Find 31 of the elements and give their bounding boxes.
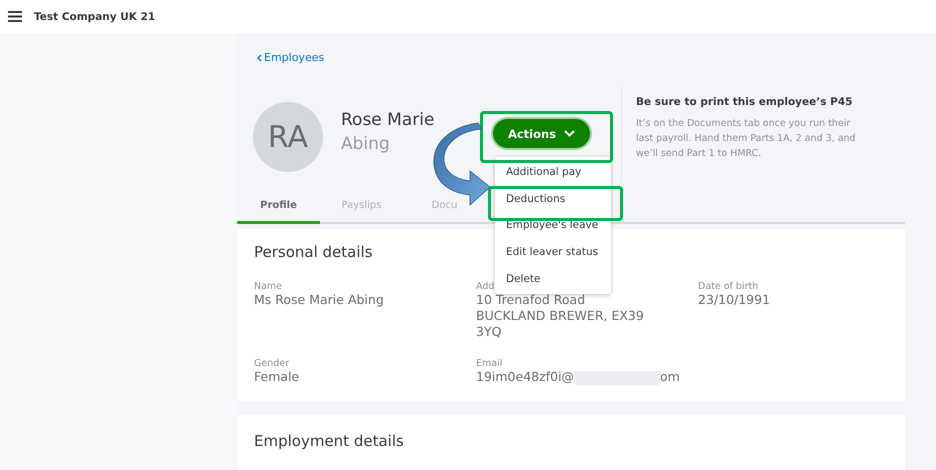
menu-item[interactable]: Deductions: [495, 186, 611, 212]
field-value: 3YQ: [476, 324, 502, 340]
employee-name: Rose Marie: [341, 109, 434, 132]
avatar: RA: [253, 102, 323, 172]
field-value: 23/10/1991: [698, 292, 770, 308]
field-value: Ms Rose Marie Abing: [254, 292, 384, 308]
section-title: Employment details: [254, 432, 404, 450]
field-value: Female: [254, 369, 300, 385]
menu-icon[interactable]: [8, 11, 22, 22]
field-label: Gender: [254, 358, 290, 369]
notice-text: It’s on the Documents tab once you run their last payroll. Hand them Parts 1A, 2 and 3, and we’ll send Part 1 to HMRC.: [636, 117, 857, 161]
field-value: 10 Trenafod Road: [476, 292, 586, 308]
menu-item[interactable]: Delete: [495, 265, 611, 292]
chevron-left-icon: [257, 54, 262, 62]
field-value: 19im0e48zf0i@ om: [476, 369, 680, 385]
tab[interactable]: Profile: [237, 200, 320, 224]
actions-button[interactable]: Actions: [493, 119, 590, 148]
field-label: Email: [476, 358, 502, 369]
field-label: Name: [254, 281, 282, 292]
employee-surname: Abing: [341, 133, 391, 156]
field-value: om: [660, 369, 680, 384]
field-label: Date of birth: [698, 281, 758, 292]
company-name: Test Company UK 21: [34, 10, 156, 22]
section-title: Personal details: [254, 243, 373, 261]
menu-item[interactable]: Additional pay: [495, 159, 611, 186]
menu-item[interactable]: Employee's leave: [495, 212, 611, 239]
field-label: Add: [476, 281, 494, 292]
chevron-down-icon: [564, 130, 576, 137]
notice-title: Be sure to print this employee’s P45: [636, 96, 854, 108]
field-value: BUCKLAND BREWER, EX39: [476, 308, 644, 324]
menu-item[interactable]: Edit leaver status: [495, 238, 611, 266]
